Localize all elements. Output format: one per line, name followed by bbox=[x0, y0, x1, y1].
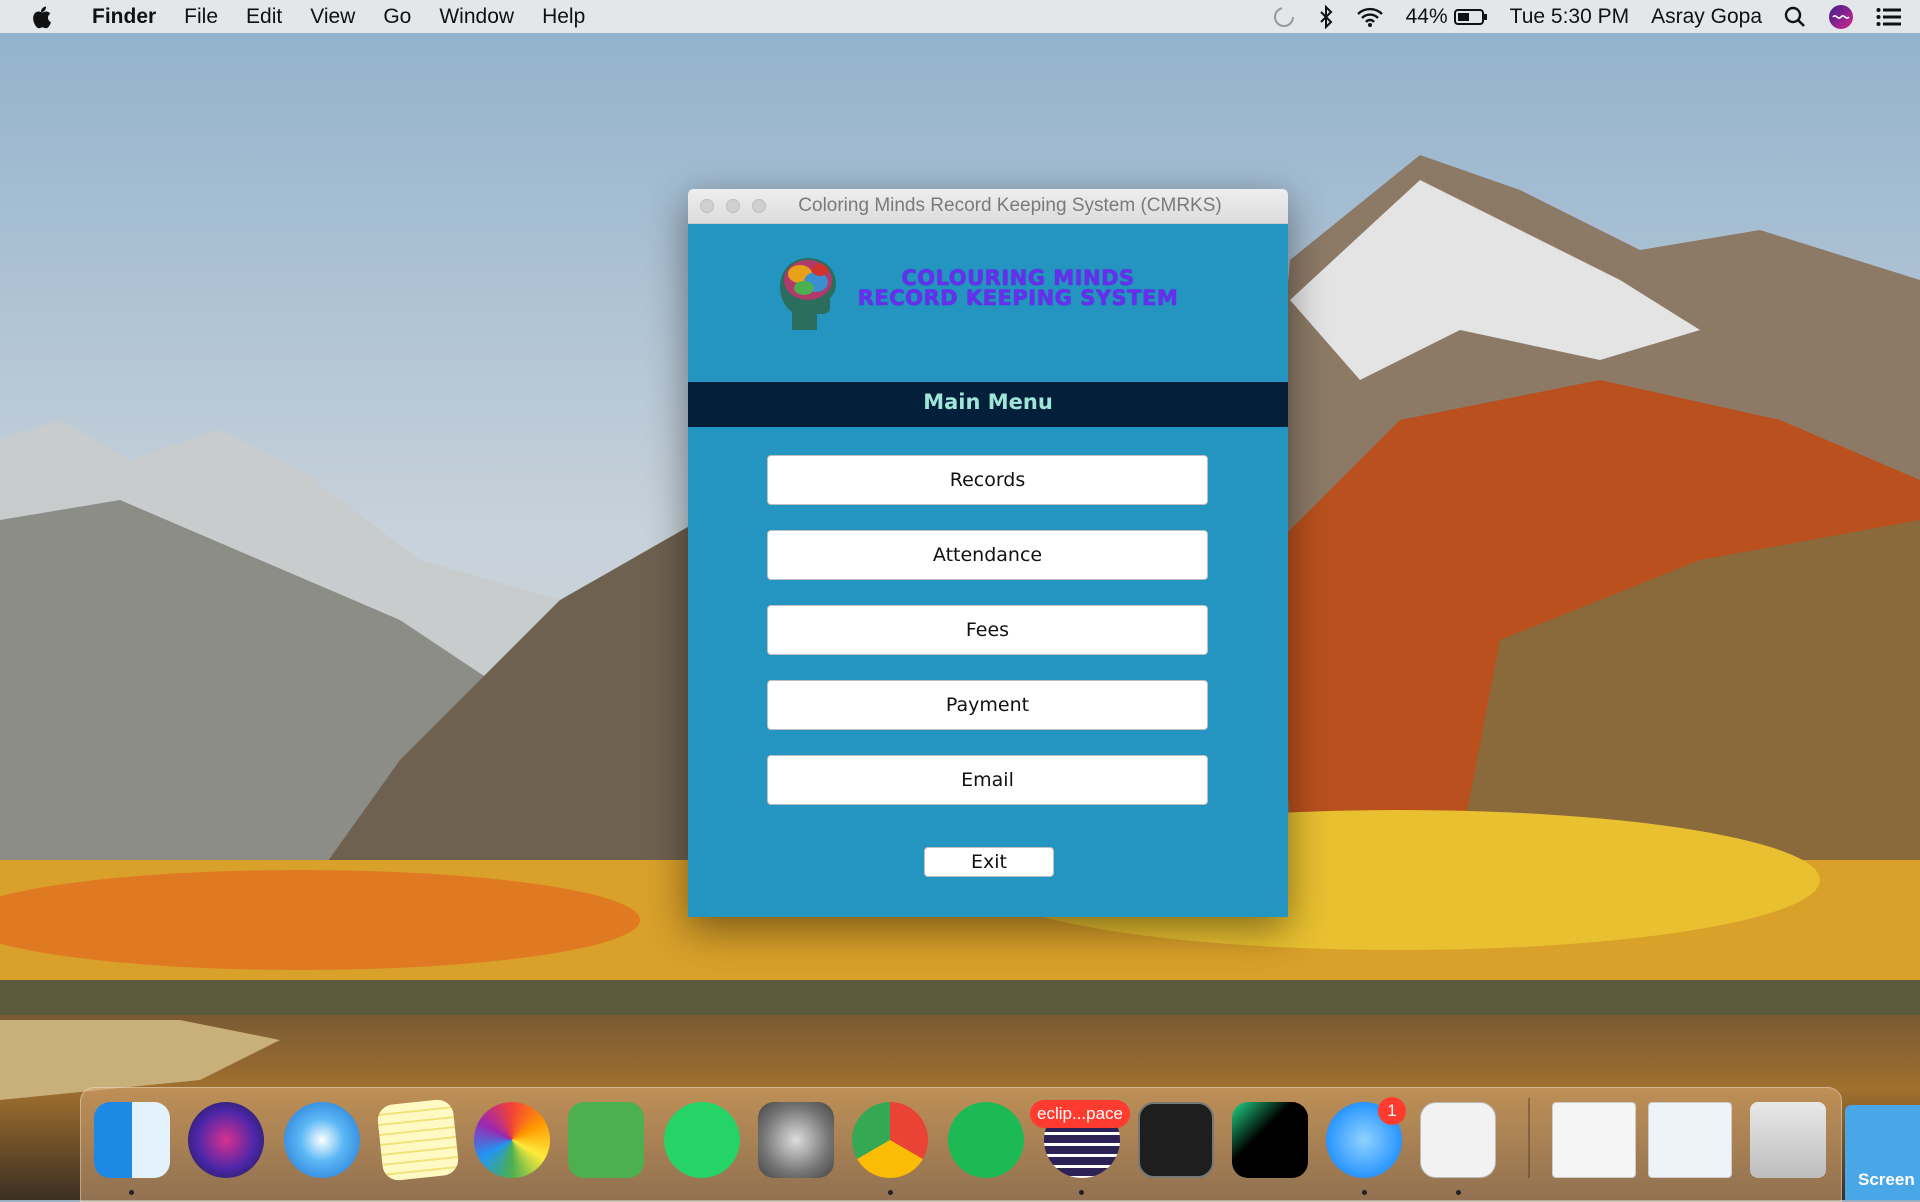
java-icon[interactable] bbox=[1420, 1102, 1496, 1178]
zoom-window-button[interactable] bbox=[752, 199, 766, 213]
battery-percent[interactable]: 44% bbox=[1406, 0, 1448, 33]
finder-icon[interactable] bbox=[94, 1102, 170, 1178]
clock[interactable]: Tue 5:30 PM bbox=[1510, 0, 1629, 33]
eclipse-workspace-label: eclip...pace bbox=[1030, 1100, 1130, 1128]
menu-bar: Finder File Edit View Go Window Help 44%… bbox=[0, 0, 1920, 33]
window-titlebar[interactable]: Coloring Minds Record Keeping System (CM… bbox=[688, 189, 1288, 224]
spotlight-search-icon[interactable] bbox=[1784, 6, 1806, 28]
messages-badge: 1 bbox=[1378, 1097, 1406, 1125]
brain-head-logo bbox=[780, 258, 836, 330]
whatsapp-icon[interactable] bbox=[664, 1102, 740, 1178]
menu-view[interactable]: View bbox=[296, 0, 369, 33]
apple-menu-icon[interactable] bbox=[30, 5, 52, 29]
menu-edit[interactable]: Edit bbox=[232, 0, 296, 33]
notes-icon[interactable] bbox=[376, 1098, 460, 1182]
records-button[interactable]: Records bbox=[767, 455, 1208, 505]
siri-icon[interactable] bbox=[1828, 4, 1854, 30]
system-preferences-icon[interactable] bbox=[758, 1102, 834, 1178]
running-indicator bbox=[888, 1190, 893, 1195]
menu-file[interactable]: File bbox=[170, 0, 232, 33]
bluetooth-icon[interactable] bbox=[1318, 4, 1334, 29]
menu-help[interactable]: Help bbox=[528, 0, 599, 33]
fees-button[interactable]: Fees bbox=[767, 605, 1208, 655]
main-menu-banner: Main Menu bbox=[688, 382, 1288, 427]
photos-icon[interactable] bbox=[474, 1102, 550, 1178]
running-indicator bbox=[1362, 1190, 1367, 1195]
chrome-icon[interactable] bbox=[852, 1102, 928, 1178]
payment-button[interactable]: Payment bbox=[767, 680, 1208, 730]
battery-icon[interactable] bbox=[1453, 8, 1488, 26]
screenshot-folder-label: Screen bbox=[1858, 1170, 1915, 1189]
user-name[interactable]: Asray Gopa bbox=[1651, 0, 1762, 33]
main-menu-title: Main Menu bbox=[923, 389, 1053, 414]
dock-separator bbox=[1528, 1098, 1530, 1178]
cmrks-window: Coloring Minds Record Keeping System (CM… bbox=[688, 189, 1288, 917]
running-indicator bbox=[129, 1190, 134, 1195]
sync-icon[interactable] bbox=[1272, 5, 1296, 29]
wifi-icon[interactable] bbox=[1356, 6, 1384, 28]
siri-dock-icon[interactable] bbox=[188, 1102, 264, 1178]
spotify-icon[interactable] bbox=[948, 1102, 1024, 1178]
menu-go[interactable]: Go bbox=[369, 0, 425, 33]
pycharm-icon[interactable] bbox=[1232, 1102, 1308, 1178]
notification-center-icon[interactable] bbox=[1876, 7, 1902, 27]
menu-window[interactable]: Window bbox=[425, 0, 528, 33]
attendance-button[interactable]: Attendance bbox=[767, 530, 1208, 580]
brand-title: COLOURING MINDS RECORD KEEPING SYSTEM bbox=[853, 266, 1183, 310]
app-header: COLOURING MINDS RECORD KEEPING SYSTEM bbox=[688, 224, 1288, 382]
brand-line-1: COLOURING MINDS bbox=[901, 266, 1135, 290]
brand-line-2: RECORD KEEPING SYSTEM bbox=[857, 286, 1179, 310]
facetime-icon[interactable] bbox=[568, 1102, 644, 1178]
window-title: Coloring Minds Record Keeping System (CM… bbox=[798, 195, 1222, 216]
safari-icon[interactable] bbox=[284, 1102, 360, 1178]
document-stack-icon[interactable] bbox=[1552, 1102, 1636, 1178]
exit-button[interactable]: Exit bbox=[924, 847, 1054, 877]
close-window-button[interactable] bbox=[700, 199, 714, 213]
terminal-icon[interactable] bbox=[1138, 1102, 1214, 1178]
menu-finder[interactable]: Finder bbox=[78, 0, 170, 33]
trash-icon[interactable] bbox=[1750, 1102, 1826, 1178]
running-indicator bbox=[1079, 1190, 1084, 1195]
running-indicator bbox=[1456, 1190, 1461, 1195]
minimize-window-button[interactable] bbox=[726, 199, 740, 213]
downloads-stack-icon[interactable] bbox=[1648, 1102, 1732, 1178]
email-button[interactable]: Email bbox=[767, 755, 1208, 805]
